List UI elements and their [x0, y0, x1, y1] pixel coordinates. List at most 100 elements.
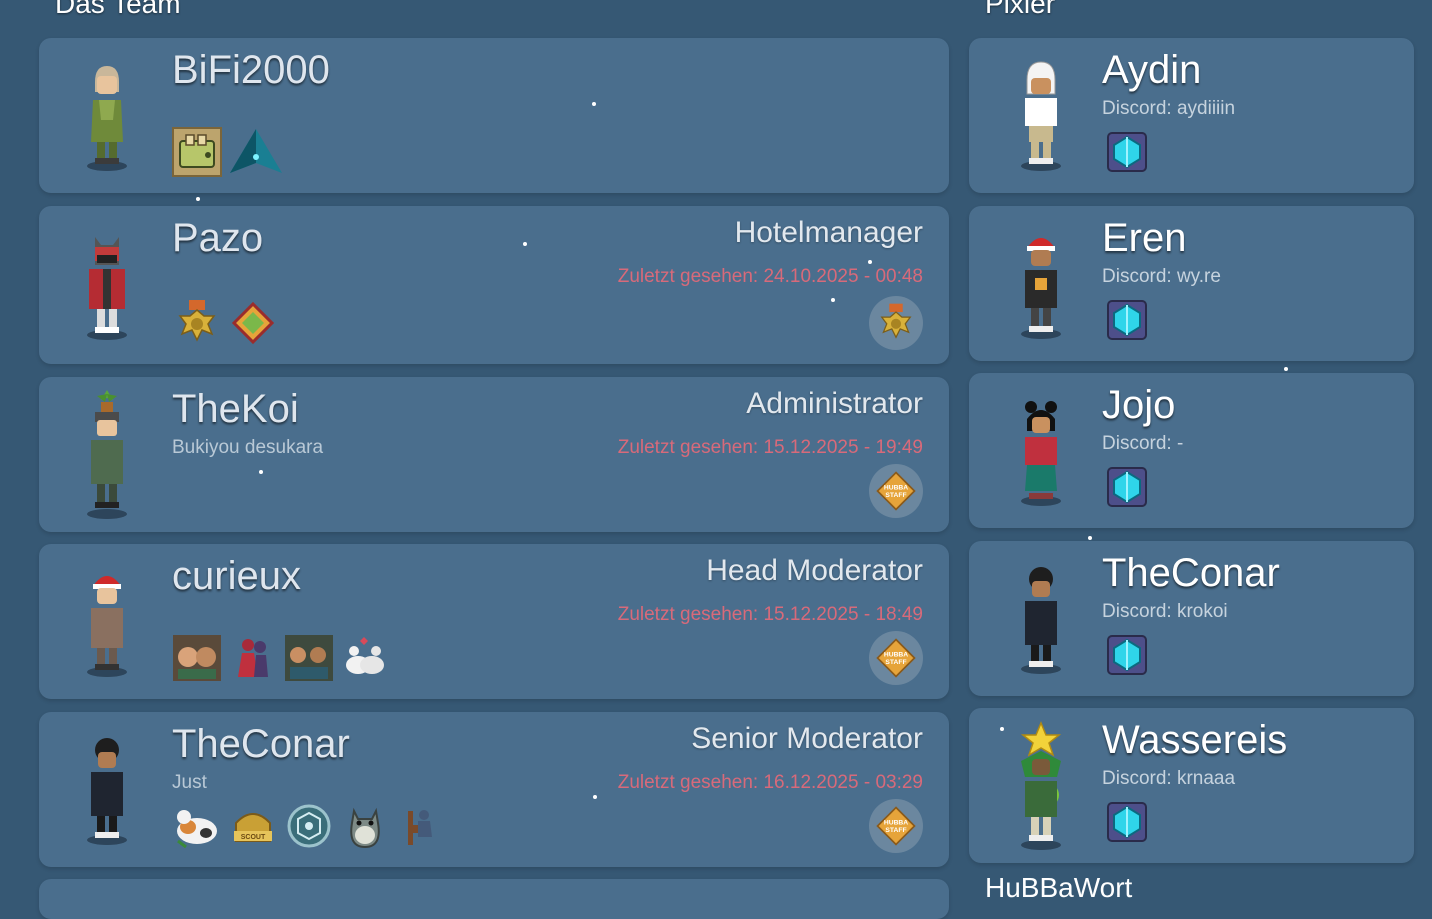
member-name: curieux: [172, 554, 301, 598]
badge-list: [172, 298, 278, 348]
pixler-gem-badge-icon: [1107, 132, 1147, 172]
pixler-section-title: Pixler: [985, 0, 1056, 19]
member-last-seen: Zuletzt gesehen: 24.10.2025 - 00:48: [617, 266, 923, 287]
avatar-theconar-pixler: [1021, 566, 1061, 674]
pixler-discord: Discord: aydiiiin: [1102, 98, 1236, 119]
team-section-title: Das Team: [55, 0, 181, 19]
geese-badge-icon: [346, 637, 384, 674]
hubba-staff-icon: HUBBA STAFF: [876, 638, 916, 678]
snowflake-icon: [523, 242, 527, 246]
hex-emblem-badge-icon: [287, 804, 331, 848]
snowflake-icon: [196, 197, 200, 201]
avatar-jojo: [1021, 400, 1061, 506]
badge-list: [172, 633, 390, 683]
staff-badge: HUBBA STAFF: [869, 464, 923, 518]
pixler-gem-badge-icon: [1107, 802, 1147, 842]
next-section-title: HuBBaWort: [985, 872, 1133, 903]
team-card-theconar[interactable]: TheConar Just Senior Moderator Zuletzt g…: [39, 712, 949, 867]
badge-list: [1102, 462, 1152, 512]
pixler-name: TheConar: [1102, 551, 1280, 595]
member-last-seen: Zuletzt gesehen: 15.12.2025 - 19:49: [617, 437, 923, 458]
snowflake-icon: [1000, 727, 1004, 731]
pyramid-badge-icon: [230, 129, 282, 173]
team-card-bifi2000[interactable]: BiFi2000: [39, 38, 949, 193]
dancing-couple-badge-icon: [238, 639, 268, 677]
avatar-pazo: [87, 237, 127, 340]
member-name: BiFi2000: [172, 48, 330, 92]
pixler-name: Wassereis: [1102, 718, 1288, 762]
couple-portrait-badge-icon: [173, 635, 221, 681]
svg-text:STAFF: STAFF: [885, 492, 906, 499]
pixler-gem-badge-icon: [1107, 467, 1147, 507]
svg-text:STAFF: STAFF: [885, 659, 906, 666]
snowflake-icon: [259, 470, 263, 474]
pixler-gem-badge-icon: [1107, 300, 1147, 340]
member-role: Administrator: [746, 387, 923, 420]
member-role: Head Moderator: [706, 554, 923, 587]
snowflake-icon: [831, 298, 835, 302]
badge-list: [1102, 797, 1152, 847]
avatar-eren: [1021, 237, 1061, 339]
svg-text:STAFF: STAFF: [885, 827, 906, 834]
totoro-badge-icon: [350, 807, 380, 849]
pixler-discord: Discord: krnaaa: [1102, 768, 1236, 789]
hubba-diamond-badge-icon: [231, 301, 275, 345]
member-name: Pazo: [172, 216, 264, 260]
svg-text:HUBBA: HUBBA: [884, 819, 908, 826]
pixler-card-eren[interactable]: Eren Discord: wy.re: [969, 206, 1414, 361]
chair-figure-badge-icon: [408, 810, 432, 845]
avatar-aydin: [1021, 60, 1061, 171]
pixler-card-jojo[interactable]: Jojo Discord: -: [969, 373, 1414, 528]
staff-badge: HUBBA STAFF: [869, 631, 923, 685]
snowflake-icon: [1284, 367, 1288, 371]
avatar-curieux: [87, 575, 127, 677]
badge-list: [1102, 295, 1152, 345]
member-role: Senior Moderator: [691, 722, 923, 755]
pixler-gem-badge-icon: [1107, 635, 1147, 675]
team-card-thekoi[interactable]: TheKoi Bukiyou desukara Administrator Zu…: [39, 377, 949, 532]
pixler-name: Jojo: [1102, 383, 1176, 427]
calico-cat-badge-icon: [177, 810, 217, 849]
toaster-badge-icon: [172, 127, 222, 177]
pixler-discord: Discord: wy.re: [1102, 266, 1221, 287]
avatar-bifi2000: [87, 65, 127, 171]
badge-list: SCOUT: [172, 801, 446, 851]
avatar-theconar: [87, 737, 127, 845]
staff-badge: HUBBA STAFF: [869, 799, 923, 853]
member-name: TheConar: [172, 722, 350, 766]
member-last-seen: Zuletzt gesehen: 16.12.2025 - 03:29: [617, 772, 923, 793]
group-portrait-badge-icon: [285, 635, 333, 681]
snowflake-icon: [1088, 536, 1092, 540]
pixler-discord: Discord: -: [1102, 433, 1184, 454]
gold-medal-badge-icon: [178, 300, 216, 342]
avatar-wassereis: [1020, 720, 1062, 850]
pixler-card-wassereis[interactable]: Wassereis Discord: krnaaa: [969, 708, 1414, 863]
svg-text:SCOUT: SCOUT: [241, 834, 266, 841]
member-motto: Just: [172, 772, 207, 793]
svg-text:HUBBA: HUBBA: [884, 484, 908, 491]
pixler-card-theconar[interactable]: TheConar Discord: krokoi: [969, 541, 1414, 696]
badge-list: [1102, 127, 1152, 177]
badge-list: [1102, 630, 1152, 680]
team-card-curieux[interactable]: curieux Head Moderator Zuletzt gesehen: …: [39, 544, 949, 699]
pixler-card-aydin[interactable]: Aydin Discord: aydiiiin: [969, 38, 1414, 193]
snowflake-icon: [868, 260, 872, 264]
team-card-partial[interactable]: [39, 879, 949, 919]
member-last-seen: Zuletzt gesehen: 15.12.2025 - 18:49: [617, 604, 923, 625]
pixler-name: Eren: [1102, 216, 1187, 260]
pixler-name: Aydin: [1102, 48, 1202, 92]
scout-badge-icon: SCOUT: [234, 813, 272, 842]
hubba-staff-icon: HUBBA STAFF: [876, 806, 916, 846]
member-name: TheKoi: [172, 387, 299, 431]
svg-text:HUBBA: HUBBA: [884, 651, 908, 658]
hubba-staff-icon: HUBBA STAFF: [876, 471, 916, 511]
staff-medal-badge: [869, 296, 923, 350]
avatar-thekoi: [87, 389, 127, 519]
gold-medal-icon: [880, 303, 912, 339]
member-role: Hotelmanager: [734, 216, 923, 249]
badge-list: [172, 127, 284, 177]
team-card-pazo[interactable]: Pazo Hotelmanager Zuletzt gesehen: 24.10…: [39, 206, 949, 364]
snowflake-icon: [592, 102, 596, 106]
member-motto: Bukiyou desukara: [172, 437, 324, 458]
snowflake-icon: [593, 795, 597, 799]
